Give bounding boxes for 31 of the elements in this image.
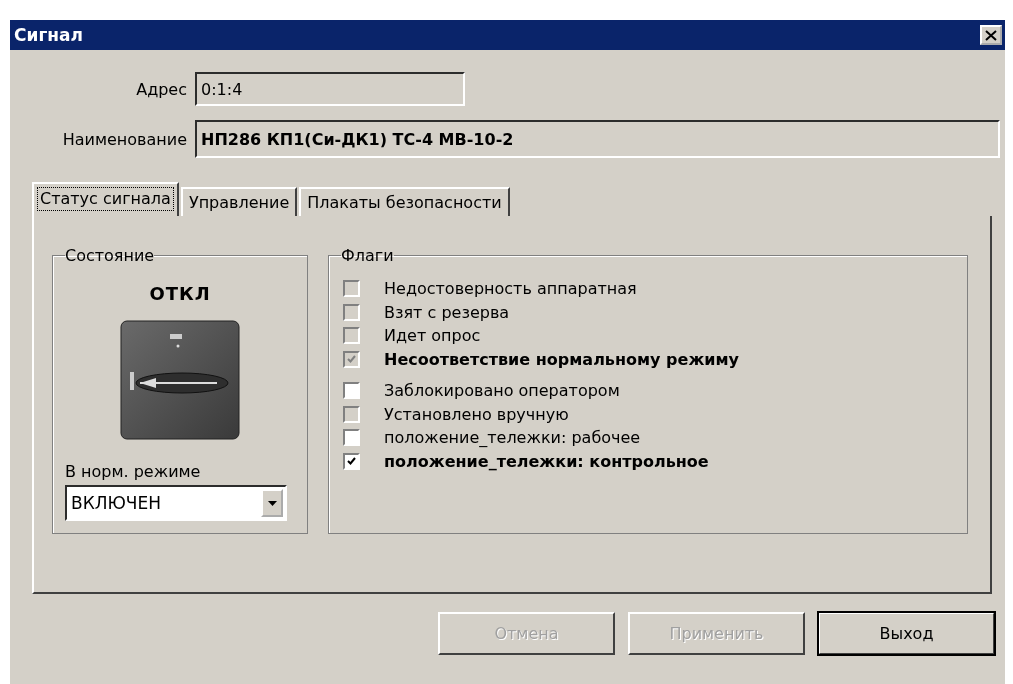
window-title: Сигнал [14, 25, 83, 45]
tab[interactable]: Управление [180, 187, 298, 216]
normal-mode-dropdown[interactable]: ВКЛЮЧЕН [65, 485, 287, 521]
close-icon [985, 29, 997, 41]
address-label: Адрес [135, 79, 187, 99]
checkbox[interactable] [343, 382, 360, 400]
name-label: Наименование [61, 129, 187, 149]
group-title: Состояние [65, 246, 155, 265]
flag-label: Взят с резерва [384, 302, 510, 322]
normal-mode-label: В норм. режиме [65, 462, 202, 481]
check-icon [347, 355, 356, 364]
flag-label: Идет опрос [384, 326, 481, 346]
flag-label: Установлено вручную [384, 404, 569, 424]
dropdown-button[interactable] [261, 489, 283, 517]
tab[interactable]: Статус сигнала [32, 182, 179, 216]
flag-label: положение_тележки: контрольное [384, 451, 709, 471]
tab[interactable]: Плакаты безопасности [299, 187, 510, 216]
caret-icon [267, 500, 277, 506]
address-field[interactable]: 0:1:4 [195, 72, 465, 106]
group-title: Флаги [341, 246, 394, 265]
state-value: ОТКЛ [149, 283, 211, 304]
flag-label: Недостоверность аппаратная [384, 279, 637, 299]
name-field[interactable]: НП286 КП1(Си-ДК1) ТС-4 МВ-10-2 [195, 120, 1000, 158]
check-icon [347, 457, 356, 466]
checkbox[interactable] [343, 429, 360, 447]
close-button[interactable] [980, 25, 1002, 45]
flag-label: Заблокировано оператором [384, 381, 620, 401]
flag-label: положение_тележки: рабочее [384, 428, 641, 448]
dialog-button[interactable]: Выход [818, 612, 995, 655]
checkbox[interactable] [343, 452, 360, 470]
flag-label: Несоответствие нормальному режиму [384, 349, 740, 369]
